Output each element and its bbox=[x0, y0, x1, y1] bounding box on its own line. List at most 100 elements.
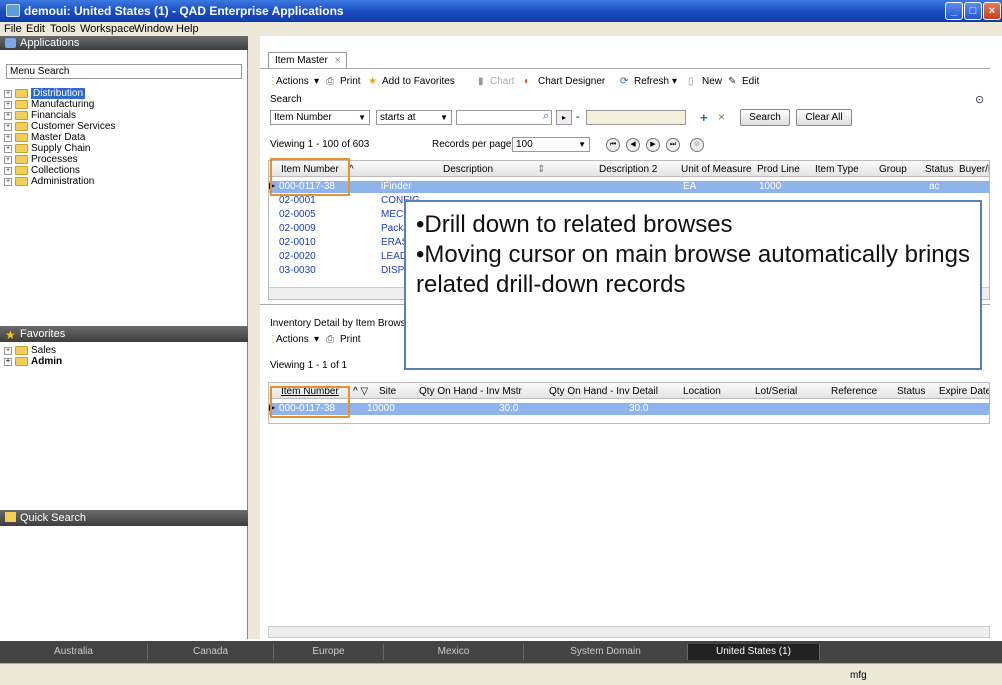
viewing-label: Viewing 1 - 100 of 603 bbox=[270, 139, 370, 150]
new-button[interactable]: New bbox=[702, 76, 722, 87]
col-detail-status[interactable]: Status bbox=[897, 386, 925, 397]
prev-page-icon[interactable]: ◀ bbox=[626, 138, 640, 152]
cell-item[interactable]: 02-0020 bbox=[279, 251, 316, 262]
detail-print-button[interactable]: Print bbox=[340, 334, 361, 345]
cell-item[interactable]: 02-0009 bbox=[279, 223, 316, 234]
menu-help[interactable]: Help bbox=[176, 23, 199, 35]
cell-item[interactable]: 03-0030 bbox=[279, 265, 316, 276]
col-prod-line[interactable]: Prod Line bbox=[757, 164, 800, 175]
first-page-icon[interactable]: ⏮ bbox=[606, 138, 620, 152]
close-button[interactable]: × bbox=[983, 2, 1001, 20]
detail-table-row[interactable]: ▶ 000-0117-38 10000 30.0 30.0 bbox=[269, 403, 989, 415]
stop-icon[interactable]: ⊘ bbox=[690, 138, 704, 152]
domain-europe[interactable]: Europe bbox=[274, 644, 384, 660]
col-unit-of-measure[interactable]: Unit of Measure bbox=[681, 164, 752, 175]
sort-icon[interactable]: ⇕ bbox=[537, 164, 545, 175]
domain-canada[interactable]: Canada bbox=[148, 644, 274, 660]
cell-um: EA bbox=[683, 181, 697, 192]
clear-all-button[interactable]: Clear All bbox=[796, 109, 852, 126]
search-field-select[interactable]: Item Number ▼ bbox=[270, 110, 370, 125]
col-expire-date[interactable]: Expire Date bbox=[939, 386, 989, 397]
expand-icon[interactable]: + bbox=[4, 112, 12, 120]
minimize-button[interactable]: _ bbox=[945, 2, 963, 20]
cell-site: 10000 bbox=[367, 403, 395, 414]
folder-icon bbox=[15, 100, 28, 109]
chevron-down-icon: ▼ bbox=[440, 113, 448, 122]
search-value-input[interactable] bbox=[456, 110, 552, 125]
maximize-button[interactable]: □ bbox=[964, 2, 982, 20]
col-reference[interactable]: Reference bbox=[831, 386, 877, 397]
applications-header[interactable]: Applications bbox=[0, 36, 248, 50]
domain-australia[interactable]: Australia bbox=[0, 644, 148, 660]
expand-icon[interactable]: + bbox=[4, 167, 12, 175]
col-qty-inv-mstr[interactable]: Qty On Hand - Inv Mstr bbox=[419, 386, 522, 397]
expand-icon[interactable]: + bbox=[4, 101, 12, 109]
expand-icon[interactable]: + bbox=[4, 347, 12, 355]
col-item-type[interactable]: Item Type bbox=[815, 164, 859, 175]
next-page-icon[interactable]: ▶ bbox=[646, 138, 660, 152]
expand-icon[interactable]: + bbox=[4, 123, 12, 131]
menu-edit[interactable]: Edit bbox=[26, 23, 45, 35]
expand-icon[interactable]: + bbox=[4, 90, 12, 98]
detail-horizontal-scrollbar[interactable] bbox=[268, 626, 990, 638]
col-status[interactable]: Status bbox=[925, 164, 953, 175]
cell-item[interactable]: 02-0001 bbox=[279, 195, 316, 206]
col-lot-serial[interactable]: Lot/Serial bbox=[755, 386, 797, 397]
detail-actions-dropdown-icon[interactable]: ▾ bbox=[314, 334, 319, 345]
sort-icon[interactable]: ^ ▽ bbox=[353, 386, 368, 397]
folder-icon bbox=[15, 89, 28, 98]
expand-icon[interactable]: + bbox=[4, 134, 12, 142]
menu-workspace[interactable]: Workspace bbox=[80, 23, 135, 35]
menu-search-input[interactable]: Menu Search bbox=[6, 64, 242, 79]
records-per-page-select[interactable]: 100 ▼ bbox=[512, 137, 590, 152]
expand-icon[interactable]: + bbox=[4, 145, 12, 153]
cell-item[interactable]: 02-0010 bbox=[279, 237, 316, 248]
add-criteria-icon[interactable]: + bbox=[700, 110, 708, 125]
favorites-header[interactable]: ★ Favorites bbox=[0, 326, 248, 342]
remove-criteria-icon[interactable]: × bbox=[718, 110, 725, 124]
chart-button[interactable]: Chart bbox=[490, 76, 514, 87]
domain-system[interactable]: System Domain bbox=[524, 644, 688, 660]
printer-icon: ⎙ bbox=[326, 334, 334, 345]
menu-window[interactable]: Window bbox=[134, 23, 173, 35]
menu-file[interactable]: File bbox=[4, 23, 22, 35]
col-buyer-planner[interactable]: Buyer/Planner bbox=[959, 164, 989, 175]
col-group[interactable]: Group bbox=[879, 164, 907, 175]
tab-label: Item Master bbox=[275, 55, 328, 66]
actions-dropdown-icon[interactable]: ▾ bbox=[314, 76, 319, 87]
expand-icon[interactable]: + bbox=[4, 156, 12, 164]
refresh-button[interactable]: Refresh bbox=[634, 76, 669, 87]
col-site[interactable]: Site bbox=[379, 386, 396, 397]
tab-close-icon[interactable]: × bbox=[335, 55, 341, 66]
quick-search-header[interactable]: Quick Search bbox=[0, 510, 248, 526]
actions-button[interactable]: Actions bbox=[276, 76, 309, 87]
tab-item-master[interactable]: Item Master × bbox=[268, 52, 348, 68]
col-location[interactable]: Location bbox=[683, 386, 721, 397]
print-button[interactable]: Print bbox=[340, 76, 361, 87]
search-value-to-input[interactable] bbox=[586, 110, 686, 125]
refresh-dropdown-icon[interactable]: ▾ bbox=[672, 76, 677, 87]
chart-icon: ▮ bbox=[478, 76, 484, 87]
search-operator-select[interactable]: starts at ▼ bbox=[376, 110, 452, 125]
domain-mexico[interactable]: Mexico bbox=[384, 644, 524, 660]
table-row[interactable]: ▶ 000-0117-38 iFinder EA 1000 ac bbox=[269, 181, 989, 193]
lookup-list-icon[interactable]: ▸ bbox=[556, 110, 572, 125]
chart-designer-button[interactable]: Chart Designer bbox=[538, 76, 605, 87]
col-description[interactable]: Description bbox=[443, 164, 493, 175]
search-button[interactable]: Search bbox=[740, 109, 790, 126]
edit-button[interactable]: Edit bbox=[742, 76, 759, 87]
col-description-2[interactable]: Description 2 bbox=[599, 164, 657, 175]
lookup-icon[interactable]: ⌕ bbox=[543, 110, 549, 123]
expand-icon[interactable]: + bbox=[4, 178, 12, 186]
add-to-favorites-button[interactable]: Add to Favorites bbox=[382, 76, 455, 87]
last-page-icon[interactable]: ⏭ bbox=[666, 138, 680, 152]
collapse-search-icon[interactable]: ⊙ bbox=[975, 93, 984, 106]
cell-item[interactable]: 02-0005 bbox=[279, 209, 316, 220]
expand-icon[interactable]: + bbox=[4, 358, 12, 366]
menu-tools[interactable]: Tools bbox=[50, 23, 76, 35]
folder-icon bbox=[15, 166, 28, 175]
domain-united-states[interactable]: United States (1) bbox=[688, 644, 820, 660]
panel-splitter[interactable] bbox=[248, 36, 260, 639]
detail-actions-button[interactable]: Actions bbox=[276, 334, 309, 345]
col-qty-inv-detail[interactable]: Qty On Hand - Inv Detail bbox=[549, 386, 658, 397]
